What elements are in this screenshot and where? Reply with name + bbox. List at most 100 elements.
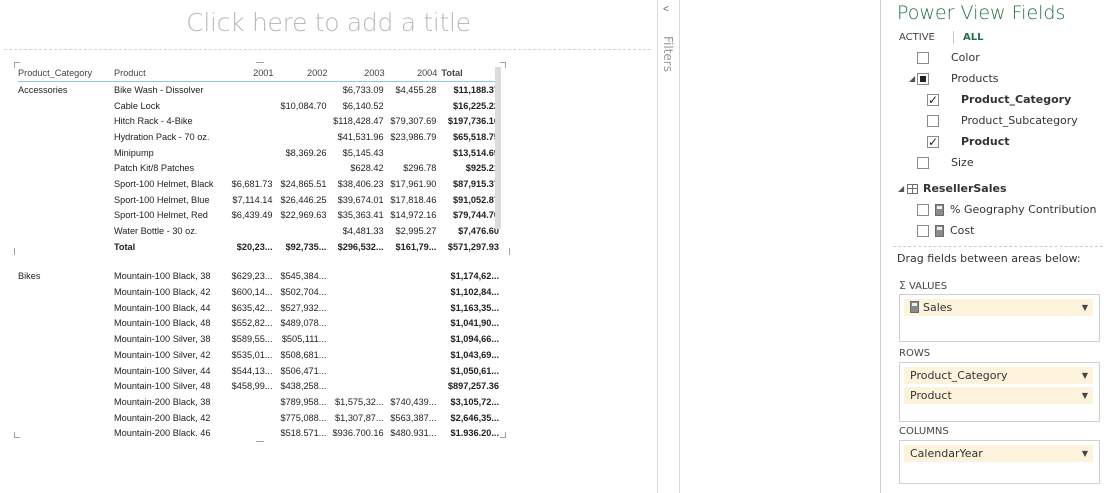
rows-well[interactable]: Product_Category ▼ Product ▼ [899, 362, 1100, 422]
value-cell: $1,163,35... [450, 302, 499, 313]
column-header[interactable]: Product_Category [18, 64, 114, 82]
columns-item-calendar-year[interactable]: CalendarYear ▼ [904, 445, 1093, 462]
table-row[interactable]: Sport-100 Helmet, Red $6,439.49 $22,969.63… [18, 208, 500, 224]
checkbox[interactable] [917, 73, 929, 85]
row-category-cell [18, 129, 114, 145]
row-category-cell [18, 223, 114, 239]
table-row[interactable]: Mountain-200 Black, 46 $518,571... $936,70… [18, 425, 500, 436]
rows-item-product[interactable]: Product ▼ [904, 387, 1093, 404]
field-products[interactable]: ◢ Products [909, 71, 1099, 87]
value-cell: $789,958... [280, 396, 327, 407]
row-category-cell [18, 176, 114, 192]
column-header[interactable]: 2004 [385, 64, 437, 82]
row-product-cell: Mountain-200 Black, 46 [113, 428, 211, 436]
row-product-cell: Mountain-100 Black, 44 [113, 302, 211, 313]
table-row[interactable]: Accessories Bike Wash - Dissolver $6,733.0… [18, 82, 500, 98]
resize-handle-bottom-right[interactable] [500, 432, 506, 438]
table-row[interactable]: Mountain-200 Black, 38 $789,958... $1,575,… [18, 394, 500, 410]
checkbox[interactable] [927, 115, 939, 127]
table-row[interactable]: Mountain-100 Silver, 44 $544,13... $506,47… [18, 363, 500, 379]
rows-item-product-category[interactable]: Product_Category ▼ [904, 367, 1093, 384]
filters-pane-collapsed[interactable]: < Filters [657, 0, 680, 493]
collapse-triangle-icon[interactable]: ◢ [909, 71, 915, 87]
dropdown-arrow-icon[interactable]: ▼ [1082, 445, 1088, 462]
spacer-cell [18, 255, 114, 269]
checkbox[interactable] [917, 157, 929, 169]
field-product[interactable]: Product [927, 134, 1102, 150]
table-row[interactable]: Cable Lock $10,084.70 $6,140.52 $16,225.22 [18, 98, 500, 114]
checkbox[interactable] [927, 92, 939, 108]
field-size[interactable]: Size [917, 155, 1097, 171]
values-section-label: Σ VALUES [899, 279, 947, 292]
row-category-cell [18, 192, 114, 208]
table-row[interactable]: Mountain-100 Silver, 48 $458,99... $438,25… [18, 378, 500, 394]
table-row[interactable]: Water Bottle - 30 oz. $4,481.33 $2,995.27 $… [18, 223, 500, 239]
value-cell: $35,363.41 [337, 210, 384, 221]
value-cell [274, 160, 328, 176]
table-reseller-sales[interactable]: ◢ ResellerSales [898, 181, 1098, 197]
column-header[interactable]: 2002 [274, 64, 327, 82]
calculated-field-icon [910, 301, 919, 313]
field-product-category[interactable]: Product_Category [927, 92, 1102, 108]
value-cell: $1,307,87... [335, 412, 384, 423]
title-placeholder[interactable]: Click here to add a title [0, 8, 657, 37]
subtotal-row[interactable]: Total $20,23... $92,735... $296,532... $161,… [18, 239, 500, 255]
tab-active[interactable]: ACTIVE [899, 32, 935, 43]
value-cell: $20,23... [236, 241, 273, 252]
table-row[interactable]: Hitch Rack - 4-Bike $118,428.47 $79,307.69… [18, 113, 500, 129]
value-cell: $505,111... [281, 334, 327, 345]
table-row[interactable]: Mountain-100 Silver, 42 $535,01... $508,68… [18, 347, 500, 363]
field-color[interactable]: Color [917, 50, 1097, 66]
table-row[interactable]: Sport-100 Helmet, Blue $7,114.14 $26,446.2… [18, 192, 500, 208]
table-row[interactable]: Mountain-100 Black, 48 $552,82... $489,078… [18, 316, 500, 332]
checkbox[interactable] [917, 52, 929, 64]
table-row[interactable]: Sport-100 Helmet, Black $6,681.73 $24,865.… [18, 176, 500, 192]
dropdown-arrow-icon[interactable]: ▼ [1082, 299, 1088, 316]
tab-all[interactable]: ALL [963, 32, 983, 43]
value-cell: $897,257.36 [447, 381, 499, 392]
column-header[interactable]: 2001 [228, 64, 273, 82]
table-row[interactable]: Mountain-200 Black, 42 $775,088... $1,307,… [18, 410, 500, 426]
table-row[interactable]: Mountain-100 Silver, 38 $589,55... $505,11… [18, 331, 500, 347]
resize-handle-mid-right[interactable] [504, 248, 510, 255]
field-cost[interactable]: Cost [917, 223, 1097, 239]
table-row[interactable]: Bikes Mountain-100 Black, 38 $629,23... $54… [18, 269, 500, 285]
table-row[interactable]: Mountain-100 Black, 44 $635,42... $527,932… [18, 300, 500, 316]
column-header[interactable]: Total [437, 64, 500, 82]
value-cell [327, 331, 384, 347]
values-well[interactable]: Sales ▼ [899, 294, 1100, 342]
table-scrollbar[interactable] [495, 67, 501, 229]
matrix-table[interactable]: Product_Category Product 2001 2002 2003 … [18, 64, 500, 436]
value-cell: $92,735... [285, 241, 327, 252]
row-product-cell: Mountain-100 Black, 42 [113, 287, 211, 298]
collapse-triangle-icon[interactable]: ◢ [898, 181, 904, 197]
table-row[interactable]: Mountain-100 Black, 42 $600,14... $502,704… [18, 284, 500, 300]
column-header[interactable]: Product [114, 64, 228, 82]
table-row[interactable]: Patch Kit/8 Patches $628.42 $296.78 $925.21 [18, 160, 500, 176]
dropdown-arrow-icon[interactable]: ▼ [1082, 387, 1088, 404]
value-cell: $296,532... [337, 241, 384, 252]
value-cell: $161,79... [395, 241, 437, 252]
value-cell [228, 98, 273, 114]
filters-label[interactable]: Filters [661, 36, 675, 72]
column-header[interactable]: 2003 [327, 64, 384, 82]
columns-well[interactable]: CalendarYear ▼ [899, 440, 1100, 484]
checkbox[interactable] [917, 204, 929, 216]
resize-handle-bottom-mid[interactable] [256, 436, 264, 442]
checkbox[interactable] [927, 134, 939, 150]
value-cell: $41,531.96 [337, 131, 384, 142]
table-row[interactable]: Minipump $8,369.26 $5,145.43 $13,514.69 [18, 145, 500, 161]
table-row[interactable]: Hydration Pack - 70 oz. $41,531.96 $23,986… [18, 129, 500, 145]
row-category-cell [18, 410, 114, 426]
values-item-sales[interactable]: Sales ▼ [904, 299, 1093, 316]
checkbox[interactable] [917, 225, 929, 237]
field-product-subcategory[interactable]: Product_Subcategory [927, 113, 1102, 129]
field-label: Product_Subcategory [961, 114, 1078, 127]
value-cell: $1,050,61... [450, 365, 499, 376]
chevron-left-icon[interactable]: < [663, 4, 669, 15]
value-cell: $740,439... [390, 396, 437, 407]
field-geography-contribution[interactable]: % Geography Contribution [917, 202, 1103, 218]
dropdown-arrow-icon[interactable]: ▼ [1082, 367, 1088, 384]
value-cell: $24,865.51 [280, 178, 327, 189]
row-category-cell [18, 425, 114, 436]
